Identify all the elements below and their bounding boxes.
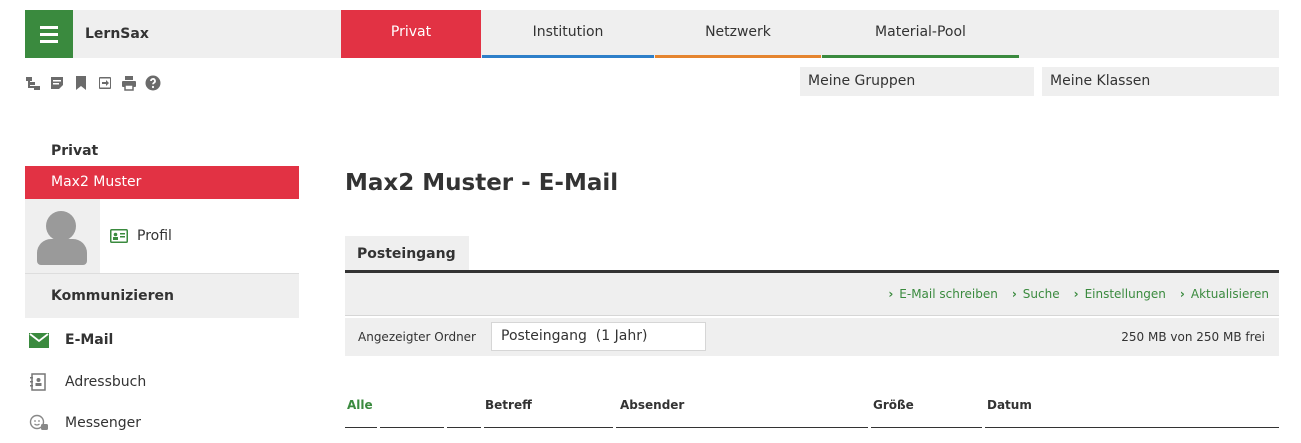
column-select-all[interactable]: Alle xyxy=(347,398,373,412)
sidebar-item-addressbook[interactable]: Adressbuch xyxy=(25,362,299,402)
settings-link[interactable]: Einstellungen xyxy=(1074,287,1166,301)
search-link[interactable]: Suche xyxy=(1012,287,1060,301)
column-subject[interactable]: Betreff xyxy=(485,398,532,412)
avatar-head xyxy=(46,211,76,241)
notes-icon[interactable] xyxy=(49,75,65,91)
sidebar-item-email[interactable]: E-Mail xyxy=(25,320,299,360)
profile-label: Profil xyxy=(137,228,172,244)
page-title: Max2 Muster - E-Mail xyxy=(345,170,619,196)
sidebar-item-messenger[interactable]: Messenger xyxy=(25,403,299,443)
messenger-icon xyxy=(25,414,65,432)
my-groups-link[interactable]: Meine Gruppen xyxy=(800,67,1034,96)
column-size[interactable]: Größe xyxy=(873,398,914,412)
help-icon[interactable] xyxy=(145,75,161,91)
compose-email-link[interactable]: E-Mail schreiben xyxy=(888,287,998,301)
sidebar-title: Privat xyxy=(51,143,99,159)
envelope-icon xyxy=(25,332,65,348)
mail-actions-bar: E-Mail schreiben Suche Einstellungen Akt… xyxy=(345,273,1279,316)
tab-netzwerk[interactable]: Netzwerk xyxy=(655,10,821,58)
section-communicate: Kommunizieren xyxy=(25,274,299,318)
sitemap-icon[interactable] xyxy=(25,75,41,91)
sidebar-item-label: E-Mail xyxy=(65,332,114,348)
tab-material-pool[interactable]: Material-Pool xyxy=(822,10,1019,58)
column-sender[interactable]: Absender xyxy=(620,398,684,412)
sidebar-user-name[interactable]: Max2 Muster xyxy=(25,166,299,199)
my-classes-link[interactable]: Meine Klassen xyxy=(1042,67,1279,96)
bookmark-icon[interactable] xyxy=(73,75,89,91)
refresh-link[interactable]: Aktualisieren xyxy=(1180,287,1269,301)
profile-link[interactable]: Profil xyxy=(110,228,172,244)
tab-privat[interactable]: Privat xyxy=(341,10,481,58)
folder-select[interactable]: Posteingang (1 Jahr) xyxy=(491,322,706,351)
tab-posteingang[interactable]: Posteingang xyxy=(345,236,469,270)
tab-institution[interactable]: Institution xyxy=(482,10,654,58)
mail-table-header: Alle Betreff Absender Größe Datum xyxy=(345,398,1279,420)
avatar-body xyxy=(37,239,87,265)
sidebar-item-label: Adressbuch xyxy=(65,374,147,390)
print-icon[interactable] xyxy=(121,75,137,91)
folder-label: Angezeigter Ordner xyxy=(358,330,476,344)
toolbar xyxy=(25,72,161,94)
sidebar-item-label: Messenger xyxy=(65,415,142,431)
logout-icon[interactable] xyxy=(97,75,113,91)
hamburger-menu-icon[interactable] xyxy=(25,10,73,58)
column-date[interactable]: Datum xyxy=(987,398,1032,412)
top-navigation-bar: LernSax Privat Institution Netzwerk Mate… xyxy=(25,10,1279,58)
folder-bar: Angezeigter Ordner Posteingang (1 Jahr) … xyxy=(345,318,1279,356)
avatar[interactable] xyxy=(25,199,100,273)
table-header-divider xyxy=(345,427,1279,428)
app-brand[interactable]: LernSax xyxy=(85,10,149,58)
id-card-icon xyxy=(110,229,128,243)
storage-quota: 250 MB von 250 MB frei xyxy=(1121,330,1265,344)
addressbook-icon xyxy=(25,373,65,391)
